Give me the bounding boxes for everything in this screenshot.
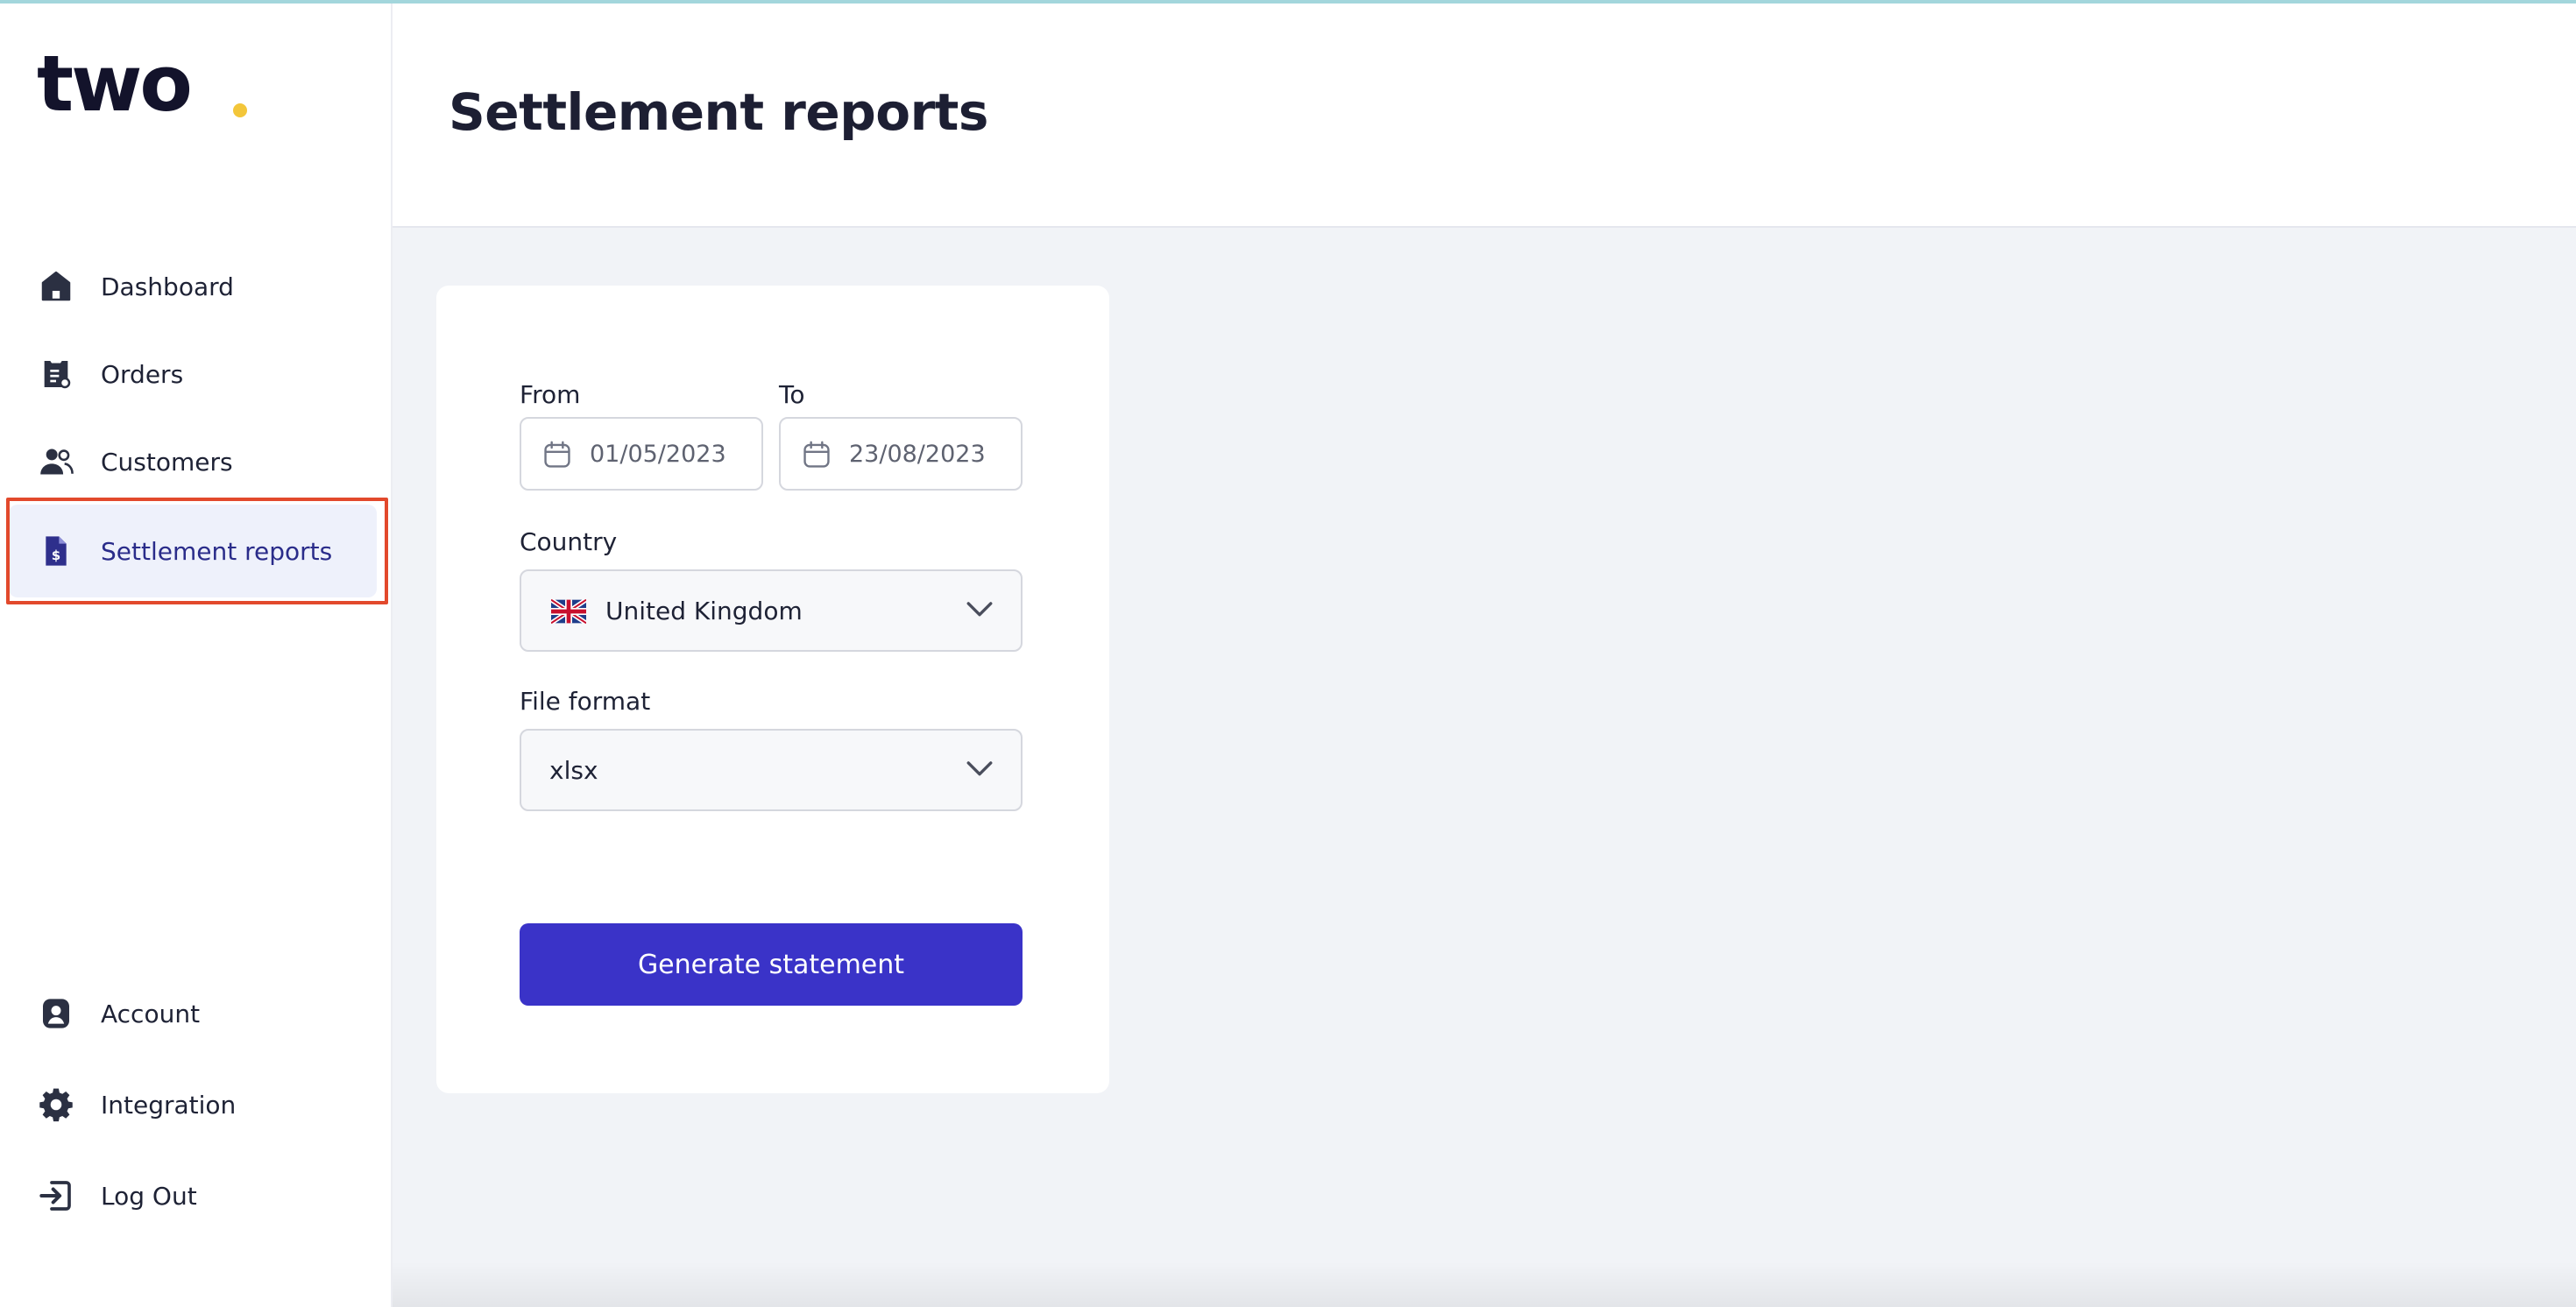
to-label: To [779,380,805,409]
active-item-highlight-box [6,498,388,604]
sidebar-item-dashboard[interactable]: Dashboard [9,240,377,333]
sidebar-item-integration[interactable]: Integration [9,1058,377,1151]
file-format-value: xlsx [549,755,598,785]
from-date-input[interactable]: 01/05/2023 [520,417,763,491]
sidebar-item-label: Dashboard [101,272,234,301]
to-date-input[interactable]: 23/08/2023 [779,417,1023,491]
gear-icon [37,1085,75,1124]
from-label: From [520,380,581,409]
logo[interactable]: two [37,46,247,133]
logout-icon [37,1176,75,1215]
country-label: Country [520,527,618,556]
page-title: Settlement reports [449,82,988,142]
chevron-down-icon [965,599,994,624]
sidebar-item-label: Customers [101,447,233,477]
settlement-form-card: From To 01/05/2023 23/08/2023 Country Un… [436,286,1109,1093]
sidebar-item-customers[interactable]: Customers [9,415,377,508]
sidebar-item-label: Log Out [101,1181,197,1211]
uk-flag-icon [549,597,588,625]
chevron-down-icon [965,759,994,783]
sidebar: two Dashboard Orders Customers $ Settlem… [0,4,393,1307]
sidebar-item-account[interactable]: Account [9,967,377,1060]
file-format-label: File format [520,687,651,716]
account-icon [37,994,75,1033]
file-format-select[interactable]: xlsx [520,729,1023,811]
sidebar-item-log-out[interactable]: Log Out [9,1149,377,1242]
sidebar-item-orders[interactable]: Orders [9,328,377,420]
from-date-value: 01/05/2023 [590,440,726,468]
orders-icon [37,355,75,393]
generate-statement-button[interactable]: Generate statement [520,923,1023,1006]
customers-icon [37,442,75,481]
logo-dot [233,103,247,117]
home-icon [37,267,75,306]
calendar-icon [541,438,574,475]
page-header: Settlement reports [393,4,2576,228]
sidebar-item-label: Integration [101,1090,237,1120]
to-date-value: 23/08/2023 [849,440,986,468]
bottom-shadow [393,1261,2576,1307]
sidebar-item-label: Account [101,999,201,1028]
calendar-icon [800,438,833,475]
logo-text: two [37,39,193,129]
country-select[interactable]: United Kingdom [520,569,1023,652]
country-value: United Kingdom [605,596,803,625]
sidebar-item-label: Orders [101,359,184,389]
